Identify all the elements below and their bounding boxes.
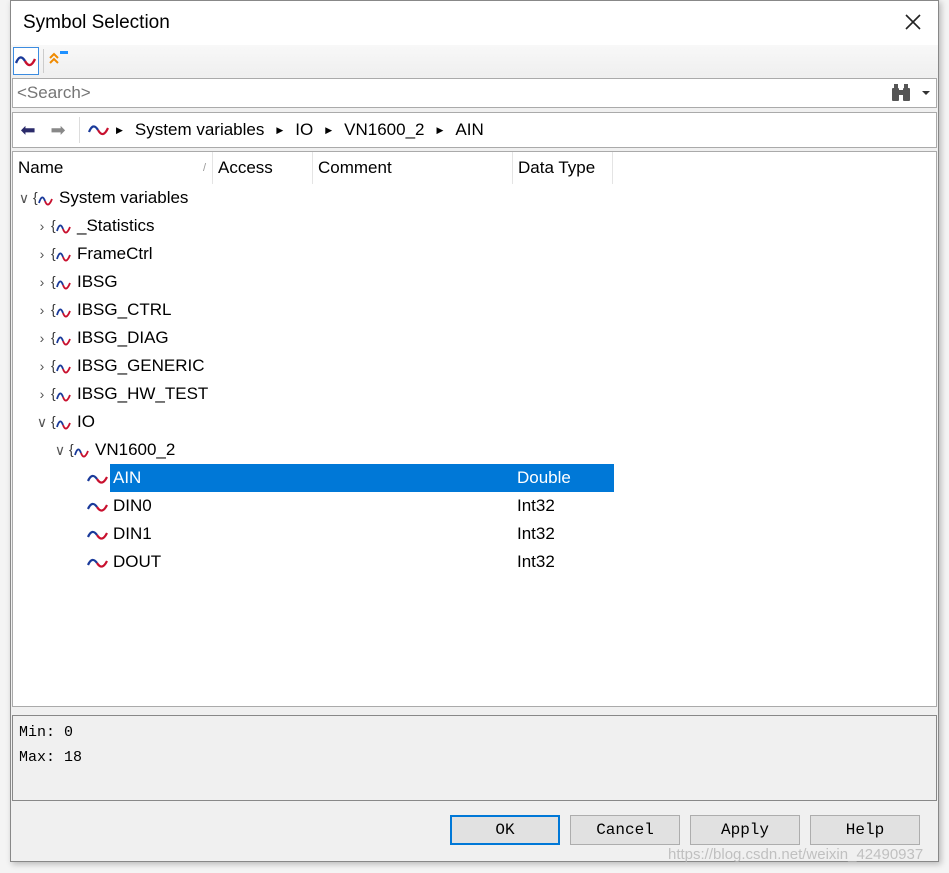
- tree-item-label: IBSG_GENERIC: [77, 356, 205, 375]
- breadcrumb-arrow-icon[interactable]: ▶: [437, 125, 444, 136]
- symbol-view-button[interactable]: [13, 47, 39, 75]
- chevron-down-icon[interactable]: ∨: [35, 408, 49, 436]
- data-type: Double: [517, 468, 571, 487]
- tree-row[interactable]: DOUT Int32: [13, 548, 936, 576]
- chevron-right-icon[interactable]: ›: [35, 296, 49, 324]
- tree-item-label: IBSG_HW_TEST: [77, 384, 209, 403]
- help-button[interactable]: Help: [810, 815, 920, 845]
- column-headers: Name / Access Comment Data Type: [13, 152, 936, 184]
- chevron-down-icon[interactable]: ∨: [17, 184, 31, 212]
- apply-button[interactable]: Apply: [690, 815, 800, 845]
- chevron-right-icon[interactable]: ›: [35, 380, 49, 408]
- svg-text:{: {: [51, 273, 56, 289]
- breadcrumb-separator: [79, 117, 80, 143]
- column-header-data-type[interactable]: Data Type: [513, 152, 613, 184]
- search-input[interactable]: [17, 82, 867, 104]
- column-header-comment[interactable]: Comment: [313, 152, 513, 184]
- tree-row[interactable]: ›{ IBSG_GENERIC: [13, 352, 936, 380]
- watermark: https://blog.csdn.net/weixin_42490937: [668, 846, 924, 863]
- sort-icon: /: [202, 162, 206, 174]
- collapse-up-icon[interactable]: [47, 48, 73, 70]
- chevron-right-icon[interactable]: ›: [35, 240, 49, 268]
- svg-text:{: {: [51, 245, 56, 261]
- ok-button[interactable]: OK: [450, 815, 560, 845]
- toolbar-separator: [43, 49, 44, 73]
- tree-item-label: DIN0: [113, 496, 152, 515]
- max-value: Max: 18: [19, 749, 83, 766]
- back-arrow-icon[interactable]: ⬅: [13, 120, 43, 141]
- tree-item-label: DOUT: [113, 552, 162, 571]
- tree-item-label: System variables: [59, 188, 189, 207]
- tree-row[interactable]: DIN0 Int32: [13, 492, 936, 520]
- close-icon[interactable]: [902, 11, 924, 33]
- dialog-title: Symbol Selection: [23, 12, 170, 33]
- data-type: Int32: [517, 524, 555, 543]
- toolbar: [11, 45, 938, 77]
- tree-row[interactable]: ∨{ System variables: [13, 184, 936, 212]
- svg-text:{: {: [51, 357, 56, 373]
- breadcrumb: ⬅ ➡ ▶ System variables ▶ IO ▶ VN1600_2 ▶…: [12, 112, 937, 148]
- svg-text:{: {: [33, 189, 38, 205]
- chevron-right-icon[interactable]: ›: [35, 352, 49, 380]
- svg-text:{: {: [51, 217, 56, 233]
- tree-row[interactable]: ›{ IBSG_HW_TEST: [13, 380, 936, 408]
- forward-arrow-icon[interactable]: ➡: [43, 120, 73, 141]
- tree-item-label: IBSG_DIAG: [77, 328, 169, 347]
- tree-row[interactable]: DIN1 Int32: [13, 520, 936, 548]
- breadcrumb-arrow-icon[interactable]: ▶: [116, 125, 123, 136]
- symbol-tree: Name / Access Comment Data Type ∨{System …: [12, 151, 937, 707]
- data-type: Int32: [517, 552, 555, 571]
- tree-row[interactable]: ›{ IBSG_DIAG: [13, 324, 936, 352]
- svg-text:{: {: [51, 301, 56, 317]
- svg-text:{: {: [51, 385, 56, 401]
- chevron-down-icon[interactable]: ∨: [53, 436, 67, 464]
- tree-item-label: DIN1: [113, 524, 152, 543]
- column-header-name[interactable]: Name /: [13, 152, 213, 184]
- column-label: Name: [18, 158, 64, 177]
- tree-row[interactable]: ∨{ IO: [13, 408, 936, 436]
- tree-item-label: IBSG_CTRL: [77, 300, 172, 319]
- breadcrumb-item[interactable]: IO: [295, 120, 313, 140]
- search-box: [12, 78, 937, 108]
- breadcrumb-item[interactable]: VN1600_2: [344, 120, 424, 140]
- symbol-selection-dialog: Symbol Selection ⬅ ➡ ▶ System variables …: [10, 0, 939, 862]
- tree-item-label: IO: [77, 412, 95, 431]
- tree-row[interactable]: ›{ IBSG_CTRL: [13, 296, 936, 324]
- tree-item-label: _Statistics: [77, 216, 155, 235]
- chevron-right-icon[interactable]: ›: [35, 212, 49, 240]
- tree-item-label: AIN: [113, 468, 142, 487]
- tree-row[interactable]: AIN Double: [13, 464, 936, 492]
- tree-row[interactable]: ∨{ VN1600_2: [13, 436, 936, 464]
- data-type: Int32: [517, 496, 555, 515]
- cancel-button[interactable]: Cancel: [570, 815, 680, 845]
- column-header-access[interactable]: Access: [213, 152, 313, 184]
- min-value: Min: 0: [19, 724, 74, 741]
- title-bar: Symbol Selection: [11, 1, 938, 45]
- sine-wave-icon[interactable]: [86, 120, 112, 140]
- breadcrumb-arrow-icon[interactable]: ▶: [276, 125, 283, 136]
- tree-item-label: IBSG: [77, 272, 118, 291]
- info-panel: Min: 0 Max: 18: [12, 715, 937, 801]
- svg-text:{: {: [51, 329, 56, 345]
- svg-text:{: {: [51, 413, 56, 429]
- breadcrumb-item[interactable]: AIN: [455, 120, 483, 140]
- search-dropdown-icon[interactable]: [922, 91, 930, 99]
- tree-item-label: FrameCtrl: [77, 244, 153, 263]
- breadcrumb-arrow-icon[interactable]: ▶: [325, 125, 332, 136]
- svg-text:{: {: [69, 441, 74, 457]
- tree-row[interactable]: ›{ _Statistics: [13, 212, 936, 240]
- breadcrumb-item[interactable]: System variables: [135, 120, 264, 140]
- tree-row[interactable]: ›{ IBSG: [13, 268, 936, 296]
- chevron-right-icon[interactable]: ›: [35, 324, 49, 352]
- chevron-right-icon[interactable]: ›: [35, 268, 49, 296]
- binoculars-icon[interactable]: [890, 83, 912, 103]
- sine-wave-icon: [14, 56, 37, 67]
- tree-item-label: VN1600_2: [95, 440, 176, 459]
- tree-row[interactable]: ›{ FrameCtrl: [13, 240, 936, 268]
- variable-icon: [86, 553, 109, 581]
